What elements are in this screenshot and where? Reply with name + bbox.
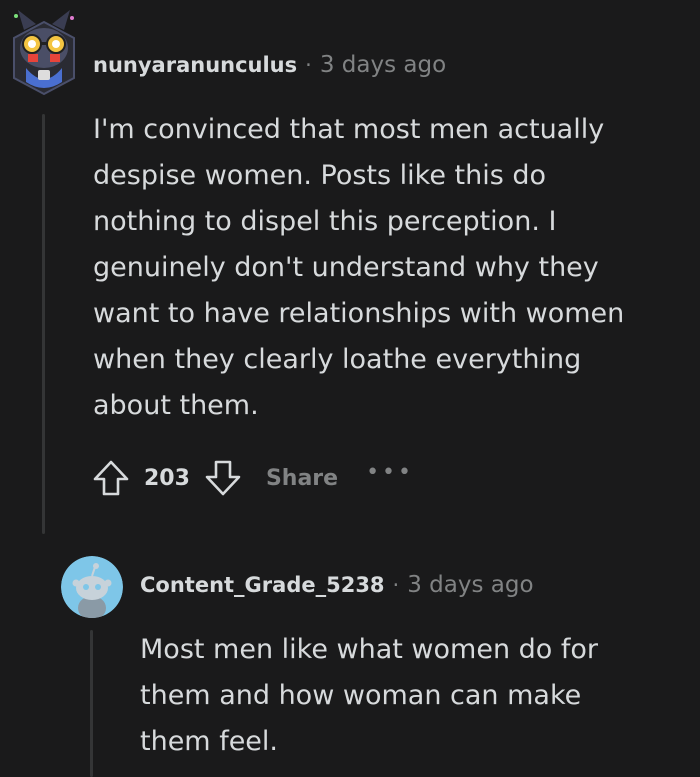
comment-text-line: I'm convinced that most men actually	[93, 114, 605, 145]
username[interactable]: nunyaranunculus	[93, 53, 297, 77]
comment-text-line: genuinely don't understand why they	[93, 252, 599, 283]
downvote-button[interactable]	[202, 455, 244, 501]
downvote-arrow-icon	[205, 460, 241, 496]
avatar[interactable]	[10, 8, 78, 96]
upvote-arrow-icon	[93, 460, 129, 496]
comment-text-line: nothing to dispel this perception. I	[93, 206, 557, 237]
username[interactable]: Content_Grade_5238	[140, 573, 385, 597]
comment-text-line: want to have relationships with women	[93, 298, 625, 329]
thread-collapse-line[interactable]	[90, 630, 93, 777]
comment-text-line: about them.	[93, 390, 259, 421]
vote-score: 203	[144, 465, 190, 491]
share-button[interactable]: Share	[266, 466, 338, 491]
more-options-icon[interactable]: •••	[366, 460, 414, 485]
comment-text-line: when they clearly loathe everything	[93, 344, 582, 375]
timestamp[interactable]: 3 days ago	[320, 52, 446, 78]
comment-body: Most men like what women do for them and…	[140, 627, 680, 765]
comment-meta: Content_Grade_5238 · 3 days ago	[140, 572, 534, 598]
comment-text-line: them and how woman can make	[140, 680, 582, 711]
comment-actions: 203 Share •••	[90, 455, 414, 501]
timestamp[interactable]: 3 days ago	[407, 572, 533, 598]
comment-text-line: them feel.	[140, 726, 279, 757]
meta-separator: ·	[392, 573, 400, 597]
comment-thread: nunyaranunculus · 3 days ago I'm convinc…	[0, 0, 700, 777]
avatar[interactable]	[61, 556, 123, 618]
meta-separator: ·	[305, 53, 312, 77]
comment-text-line: despise women. Posts like this do	[93, 160, 547, 191]
comment-body: I'm convinced that most men actually des…	[93, 107, 683, 429]
comment-meta: nunyaranunculus · 3 days ago	[93, 52, 446, 78]
thread-collapse-line[interactable]	[42, 114, 45, 534]
comment-text-line: Most men like what women do for	[140, 634, 599, 665]
upvote-button[interactable]	[90, 455, 132, 501]
